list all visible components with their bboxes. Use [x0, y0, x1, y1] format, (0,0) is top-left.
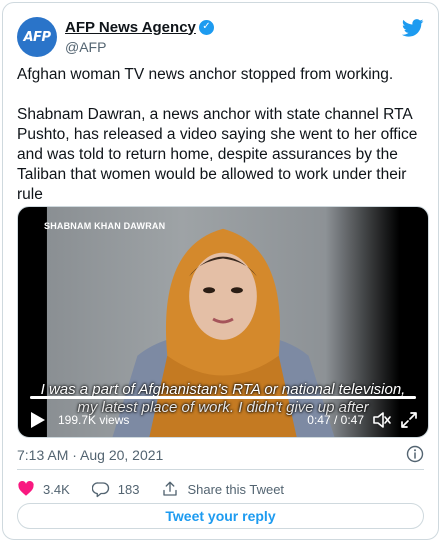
tweet-your-reply-button[interactable]: Tweet your reply	[17, 503, 424, 529]
tweet-meta: 7:13 AM · Aug 20, 2021	[17, 443, 424, 467]
reply-bubble-icon	[91, 482, 109, 498]
video-lower-third: SHABNAM KHAN DAWRAN	[44, 221, 166, 231]
author-info: AFP News Agency ✓ @AFP	[65, 18, 214, 55]
tweet-timestamp[interactable]: 7:13 AM · Aug 20, 2021	[17, 447, 163, 463]
video-player[interactable]: SHABNAM KHAN DAWRAN I was a part of Afgh…	[17, 206, 429, 438]
video-time: 0:47 / 0:47	[307, 413, 364, 427]
video-progress-fill	[30, 396, 416, 399]
share-button[interactable]: Share this Tweet	[161, 480, 284, 498]
share-icon	[163, 481, 178, 496]
divider	[17, 469, 424, 470]
avatar-label: AFP	[23, 29, 51, 45]
verified-badge-icon: ✓	[198, 19, 214, 35]
avatar[interactable]: AFP	[17, 17, 57, 57]
author-name[interactable]: AFP News Agency	[65, 19, 196, 36]
tweet-card: AFP AFP News Agency ✓ @AFP Afghan woman …	[2, 2, 439, 540]
author-handle[interactable]: @AFP	[65, 39, 214, 55]
play-icon[interactable]	[30, 411, 46, 429]
video-progress-bar[interactable]	[30, 396, 416, 399]
like-button[interactable]: 3.4K	[17, 480, 70, 498]
reply-count: 183	[117, 481, 140, 497]
video-views: 199.7K views	[58, 413, 130, 427]
tweet-header: AFP AFP News Agency ✓ @AFP	[17, 13, 424, 57]
share-label: Share this Tweet	[187, 481, 285, 497]
tweet-paragraph: Shabnam Dawran, a news anchor with state…	[17, 106, 418, 203]
like-count: 3.4K	[43, 481, 70, 497]
tweet-text: Afghan woman TV news anchor stopped from…	[17, 65, 427, 225]
tweet-actions: 3.4K 183 Share this Tweet	[17, 477, 424, 501]
video-controls: 199.7K views 0:47 / 0:47	[18, 403, 428, 437]
fullscreen-icon[interactable]	[400, 411, 418, 429]
reply-action-button[interactable]: 183	[91, 480, 140, 498]
info-icon[interactable]	[406, 445, 424, 463]
heart-icon	[18, 480, 34, 496]
twitter-bird-icon[interactable]	[402, 19, 424, 37]
tweet-paragraph: Afghan woman TV news anchor stopped from…	[17, 66, 394, 83]
mute-icon[interactable]	[372, 410, 392, 430]
